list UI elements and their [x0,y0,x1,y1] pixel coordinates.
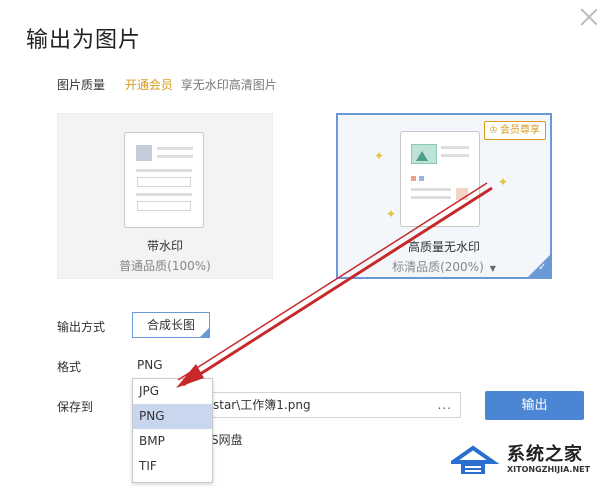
cloud-drive-option[interactable]: S网盘 [211,431,243,448]
close-icon[interactable] [578,6,600,28]
card-subtitle: 普通品质(100%) [119,259,211,273]
format-dropdown: JPG PNG BMP TIF [132,378,213,483]
check-icon [199,327,210,338]
browse-button[interactable]: ... [438,393,452,417]
export-button[interactable]: 输出 [485,391,584,420]
save-to-label: 保存到 [57,400,94,414]
picture-icon [411,144,437,164]
export-image-dialog: 输出为图片 图片质量 开通会员 享无水印高清图片 带水印 普通品质(100%) … [0,0,609,483]
card-name: 高质量无水印 [407,240,480,254]
quality-row: 图片质量 开通会员 享无水印高清图片 [57,76,277,93]
house-logo-icon [451,445,499,474]
format-option-bmp[interactable]: BMP [133,429,212,454]
save-path-input[interactable]: star\工作簿1.png ... [211,392,461,418]
document-icon [124,132,204,228]
sparkle-icon: ✦ [498,175,509,189]
sparkle-icon: ✦ [374,149,385,163]
caret-down-icon[interactable]: ▼ [490,264,496,273]
format-label: 格式 [57,360,82,374]
format-option-jpg[interactable]: JPG [133,379,212,404]
dialog-title: 输出为图片 [26,28,142,53]
site-watermark: 系统之家 XITONGZHIJIA.NET [445,436,609,486]
format-select[interactable]: PNG [137,358,163,372]
document-image-icon [400,131,480,227]
output-mode-label: 输出方式 [57,320,106,334]
watermark-brand: 系统之家 [507,444,583,465]
quality-tip: 享无水印高清图片 [180,78,277,92]
crown-icon: ♔ [489,125,498,136]
selected-check-icon [528,255,550,277]
format-option-tif[interactable]: TIF [133,454,212,479]
watermark-domain: XITONGZHIJIA.NET [507,465,591,474]
vip-link[interactable]: 开通会员 [125,78,173,92]
quality-option-watermark[interactable]: 带水印 普通品质(100%) [57,113,273,279]
quality-label: 图片质量 [57,78,106,92]
output-mode-option[interactable]: 合成长图 [132,312,210,338]
sparkle-icon: ✦ [386,207,397,221]
vip-badge: ♔ 会员尊享 [484,121,546,140]
format-option-png[interactable]: PNG [133,404,212,429]
card-name: 带水印 [146,239,183,253]
quality-option-hd-no-watermark[interactable]: ♔ 会员尊享 ✦ ✦ ✦ 高质量无水印 标清品质(200%) ▼ [336,113,552,279]
card-subtitle: 标清品质(200%) ▼ [392,260,496,274]
